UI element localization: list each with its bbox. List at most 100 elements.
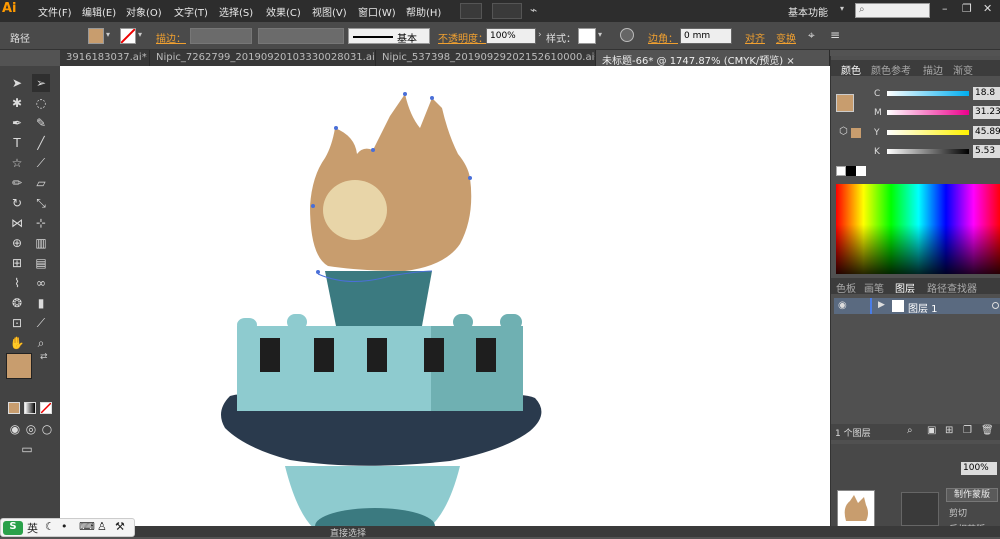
tab-gradient[interactable]: 渐变 <box>953 62 973 77</box>
rotate-tool-icon[interactable]: ↻ <box>8 194 26 212</box>
scale-tool-icon[interactable]: ⤡ <box>32 194 50 212</box>
target-icon[interactable] <box>992 302 999 309</box>
layer-name[interactable]: 图层 1 <box>908 300 938 315</box>
channel-c-value[interactable]: 18.8 <box>973 87 1000 100</box>
new-sublayer-icon[interactable]: ⊞ <box>945 425 953 436</box>
zoom-tool-icon[interactable]: ⌕ <box>32 334 50 352</box>
chevron-right-icon[interactable]: › <box>538 30 542 40</box>
channel-y-slider[interactable] <box>887 130 969 135</box>
align-link[interactable]: 对齐 <box>745 30 765 45</box>
tab-brushes[interactable]: 画笔 <box>864 280 884 295</box>
column-graph-tool-icon[interactable]: ▮ <box>32 294 50 312</box>
star-tool-icon[interactable]: ☆ <box>8 154 26 172</box>
wrench-icon[interactable]: ⚒ <box>115 520 125 533</box>
magic-wand-tool-icon[interactable]: ✱ <box>8 94 26 112</box>
tab-color-guide[interactable]: 颜色参考 <box>871 62 911 77</box>
channel-c-slider[interactable] <box>887 91 969 96</box>
pen-tool-icon[interactable]: ✒ <box>8 114 26 132</box>
chevron-down-icon[interactable]: ▾ <box>598 30 602 39</box>
chevron-down-icon[interactable]: ▾ <box>138 30 142 39</box>
curvature-tool-icon[interactable]: ✎ <box>32 114 50 132</box>
tab-document-active[interactable]: 未标题-66* @ 1747.87% (CMYK/预览) × <box>596 50 830 66</box>
menu-help[interactable]: 帮助(H) <box>406 4 441 19</box>
selection-tool-icon[interactable]: ➤ <box>8 74 26 92</box>
panel-fill-swatch[interactable] <box>836 94 854 112</box>
anchor-point[interactable] <box>316 270 320 274</box>
sogou-logo-icon[interactable]: S <box>3 521 23 535</box>
tab-stroke[interactable]: 描边 <box>923 62 943 77</box>
anchor-point[interactable] <box>334 126 338 130</box>
bridge-button[interactable] <box>460 3 482 19</box>
moon-icon[interactable]: ☾ <box>45 520 55 533</box>
chevron-down-icon[interactable]: ▾ <box>106 30 110 39</box>
menu-icon[interactable]: ≡ <box>830 28 840 42</box>
screen-mode-icon[interactable]: ▭ <box>18 440 36 458</box>
search-input[interactable]: ⌕ <box>855 3 930 18</box>
eraser-tool-icon[interactable]: ▱ <box>32 174 50 192</box>
blend-tool-icon[interactable]: ∞ <box>32 274 50 292</box>
recolor-artwork-icon[interactable] <box>620 28 634 42</box>
clipping-mask-icon[interactable]: ▣ <box>927 425 936 436</box>
menu-edit[interactable]: 编辑(E) <box>82 4 116 19</box>
color-mode-icon[interactable] <box>8 402 20 414</box>
ime-toolbar[interactable]: S 英 ☾ • ⌨ ♙ ⚒ <box>0 518 135 537</box>
eyedropper-tool-icon[interactable]: ⌇ <box>8 274 26 292</box>
tab-color[interactable]: 颜色 <box>841 62 861 77</box>
fill-swatch[interactable] <box>88 28 104 44</box>
gradient-mode-icon[interactable] <box>24 402 36 414</box>
stroke-swatch[interactable] <box>120 28 136 44</box>
channel-m-slider[interactable] <box>887 110 969 115</box>
menu-view[interactable]: 视图(V) <box>312 4 347 19</box>
layer-row[interactable]: ◉ ▶ 图层 1 <box>834 298 1000 315</box>
minimize-icon[interactable]: – <box>942 2 948 15</box>
new-layer-icon[interactable]: ❐ <box>963 425 972 436</box>
anchor-point[interactable] <box>311 204 315 208</box>
variable-width-field[interactable] <box>258 28 344 44</box>
white-swatch[interactable] <box>856 166 866 176</box>
line-segment-tool-icon[interactable]: ╱ <box>32 134 50 152</box>
clip-checkbox[interactable]: 剪切 <box>949 506 967 519</box>
keyboard-icon[interactable]: ⌨ <box>79 520 95 533</box>
swap-colors-icon[interactable]: ⇄ <box>40 352 48 362</box>
tab-document-1[interactable]: 3916183037.ai* × <box>60 50 150 66</box>
gradient-tool-icon[interactable]: ▤ <box>32 254 50 272</box>
ime-language[interactable]: 英 <box>27 520 38 536</box>
fill-color-box[interactable] <box>6 353 32 379</box>
gamut-swatch[interactable] <box>851 128 861 138</box>
artboard-tool-icon[interactable]: ⊡ <box>8 314 26 332</box>
chart-tool-icon[interactable]: ▥ <box>32 234 50 252</box>
delete-layer-icon[interactable]: 🗑 <box>981 425 994 436</box>
menu-object[interactable]: 对象(O) <box>126 4 162 19</box>
anchor-point[interactable] <box>468 176 472 180</box>
corner-radius-field[interactable]: 0 mm <box>680 28 732 44</box>
artboard-canvas[interactable] <box>60 66 830 528</box>
pencil-tool-icon[interactable]: ✏ <box>8 174 26 192</box>
stroke-weight-field[interactable] <box>190 28 252 44</box>
punctuation-icon[interactable]: • <box>61 520 68 533</box>
menu-type[interactable]: 文字(T) <box>174 4 208 19</box>
menu-select[interactable]: 选择(S) <box>219 4 253 19</box>
opacity-link[interactable]: 不透明度： <box>438 30 488 45</box>
out-of-gamut-icon[interactable]: ⬡ <box>839 126 848 137</box>
user-icon[interactable]: ♙ <box>97 520 107 533</box>
paintbrush-tool-icon[interactable]: ⟋ <box>32 154 50 172</box>
channel-m-value[interactable]: 31.23 <box>973 106 1000 119</box>
expand-arrow-icon[interactable]: ▶ <box>878 300 885 310</box>
type-tool-icon[interactable]: T <box>8 134 26 152</box>
draw-inside-icon[interactable]: ○ <box>38 420 56 438</box>
brush-definition-field[interactable]: 基本 <box>348 28 430 45</box>
symbol-sprayer-tool-icon[interactable]: ❂ <box>8 294 26 312</box>
transparency-opacity-value[interactable]: 100% <box>961 462 997 475</box>
hand-tool-icon[interactable]: ✋ <box>8 334 26 352</box>
workspace-switcher[interactable]: 基本功能 <box>788 4 828 19</box>
tab-swatches[interactable]: 色板 <box>836 280 856 295</box>
chevron-down-icon[interactable]: ▾ <box>840 4 850 14</box>
visibility-eye-icon[interactable]: ◉ <box>838 300 847 311</box>
anchor-point[interactable] <box>430 96 434 100</box>
isolate-icon[interactable]: ⌖ <box>808 28 815 43</box>
menu-window[interactable]: 窗口(W) <box>358 4 396 19</box>
tab-pathfinder[interactable]: 路径查找器 <box>927 280 977 295</box>
make-mask-button[interactable]: 制作蒙版 <box>946 488 998 502</box>
lasso-tool-icon[interactable]: ◌ <box>32 94 50 112</box>
black-swatch[interactable] <box>846 166 856 176</box>
